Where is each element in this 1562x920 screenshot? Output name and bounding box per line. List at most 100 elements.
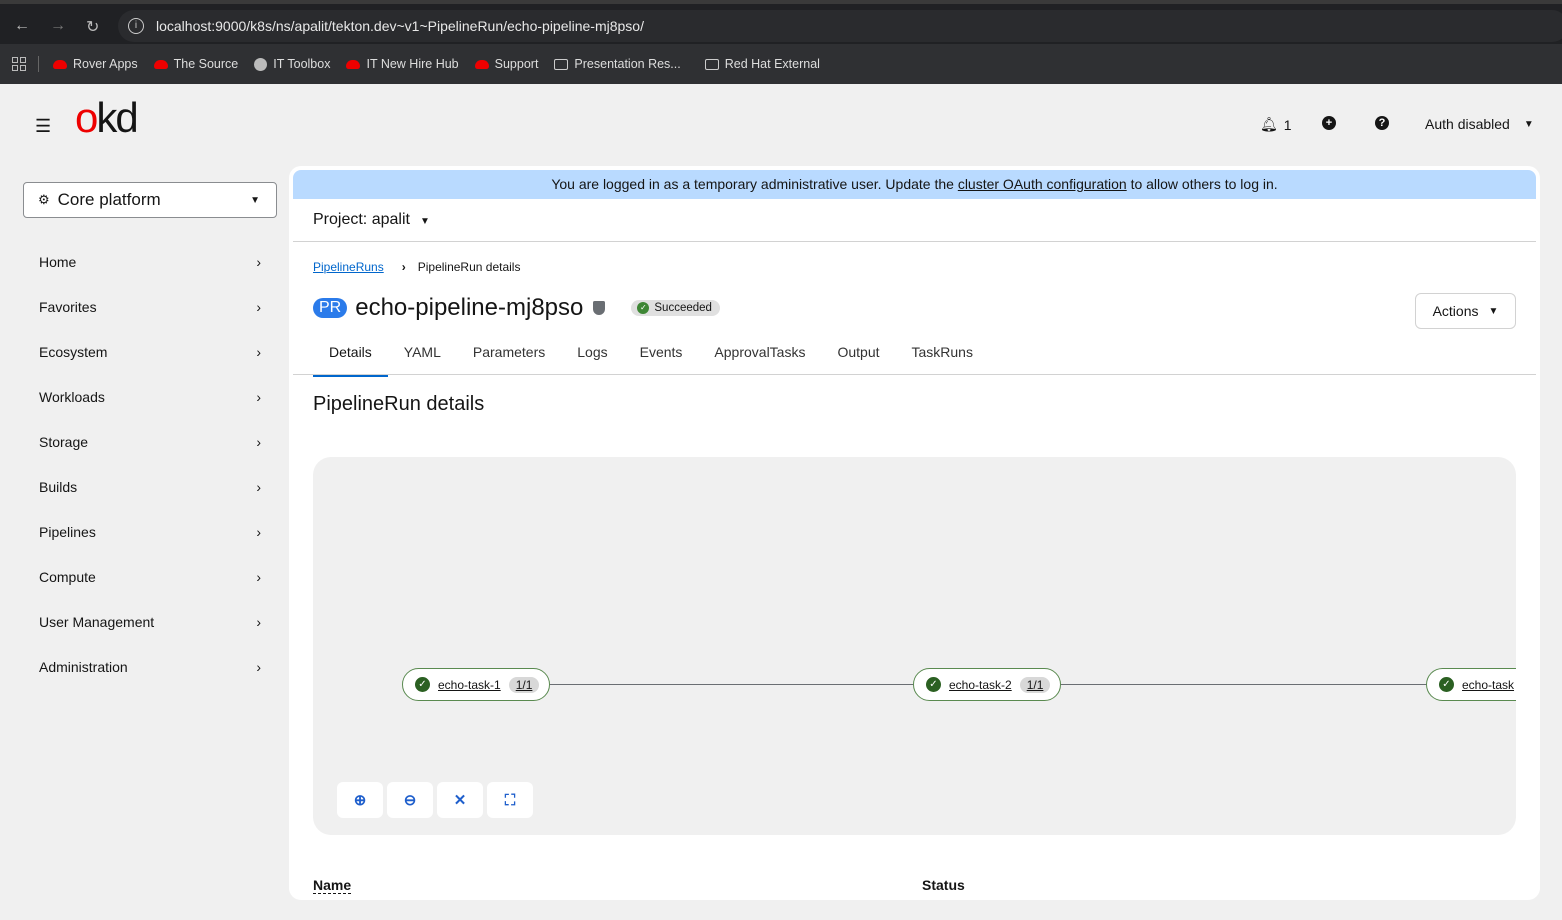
tab-details[interactable]: Details	[313, 340, 388, 377]
gears-icon: ⚙	[38, 192, 50, 207]
oauth-config-link[interactable]: cluster OAuth configuration	[958, 176, 1127, 192]
caret-down-icon: ▼	[419, 216, 430, 227]
bookmark-it-toolbox[interactable]: IT Toolbox	[254, 57, 330, 71]
chevron-right-icon: ›	[256, 569, 261, 585]
perspective-label: Core platform	[57, 190, 161, 209]
bookmark-the-source[interactable]: The Source	[153, 57, 239, 71]
user-label: Auth disabled	[1425, 116, 1510, 132]
actions-dropdown[interactable]: Actions ▼	[1415, 293, 1516, 329]
bookmark-label: Rover Apps	[73, 57, 138, 71]
nav-label: Compute	[39, 569, 96, 585]
shield-icon	[593, 301, 606, 315]
chevron-right-icon: ›	[256, 614, 261, 630]
info-icon[interactable]: i	[128, 18, 144, 34]
notifications-button[interactable]: 🔔︎ 1	[1260, 116, 1292, 133]
nav-user-management[interactable]: User Management ›	[39, 614, 261, 630]
column-header-name: Name	[313, 877, 352, 894]
okd-logo[interactable]: okd	[75, 94, 139, 142]
zoom-out-icon: ⊖	[403, 792, 417, 809]
caret-down-icon: ▼	[250, 194, 260, 206]
project-selector[interactable]: Project: apalit ▼	[313, 211, 430, 229]
bookmark-label: Support	[494, 57, 539, 71]
graph-controls: ⊕ ⊖ ✕ ⛶	[337, 782, 533, 818]
check-circle-icon: ✓	[415, 677, 430, 692]
chevron-right-icon: ›	[256, 659, 261, 675]
nav-builds[interactable]: Builds ›	[39, 479, 261, 495]
zoom-in-button[interactable]: ⊕	[337, 782, 383, 818]
reset-view-button[interactable]: ⛶	[487, 782, 533, 818]
pipeline-graph: ✓ echo-task-1 1/1 ✓ echo-task-2 1/1 ✓ echo-ta…	[313, 457, 1516, 835]
fit-to-screen-button[interactable]: ✕	[437, 782, 483, 818]
bookmark-rover-apps[interactable]: Rover Apps	[53, 57, 138, 71]
tab-yaml[interactable]: YAML	[388, 340, 457, 377]
forward-icon[interactable]: →	[50, 17, 66, 35]
task-name-link[interactable]: echo-task-2	[949, 678, 1012, 692]
column-header-status: Status	[922, 877, 965, 893]
banner-text: You are logged in as a temporary adminis…	[551, 176, 958, 192]
zoom-in-icon: ⊕	[353, 792, 367, 809]
user-menu[interactable]: Auth disabled ▼	[1425, 116, 1534, 132]
bookmark-label: The Source	[173, 57, 239, 71]
nav-label: Storage	[39, 434, 89, 450]
bookmark-presentation-res[interactable]: Presentation Res...	[554, 57, 681, 71]
task-name-link[interactable]: echo-task-1	[438, 678, 501, 692]
bookmark-label: Presentation Res...	[574, 57, 681, 71]
redhat-icon	[53, 59, 67, 69]
task-node-echo-task-3[interactable]: ✓ echo-task	[1426, 668, 1516, 701]
divider	[293, 241, 1536, 242]
bookmark-it-new-hire-hub[interactable]: IT New Hire Hub	[346, 57, 459, 71]
globe-icon	[254, 57, 268, 71]
nav-ecosystem[interactable]: Ecosystem ›	[39, 344, 261, 360]
nav-label: Favorites	[39, 299, 97, 315]
zoom-out-button[interactable]: ⊖	[387, 782, 433, 818]
hamburger-menu-icon[interactable]: ☰	[35, 116, 51, 137]
resource-name: echo-pipeline-mj8pso	[355, 294, 584, 321]
bell-icon: 🔔︎	[1260, 116, 1278, 132]
bookmarks-bar: Rover Apps The Source IT Toolbox IT New …	[0, 44, 1562, 84]
bookmark-label: Red Hat External	[724, 57, 820, 71]
nav-workloads[interactable]: Workloads ›	[39, 389, 261, 405]
bookmark-support[interactable]: Support	[474, 57, 539, 71]
task-node-echo-task-1[interactable]: ✓ echo-task-1 1/1	[402, 668, 551, 701]
admin-banner: You are logged in as a temporary adminis…	[293, 170, 1536, 199]
chevron-right-icon: ›	[401, 260, 406, 274]
caret-down-icon: ▼	[1523, 118, 1534, 130]
tab-output[interactable]: Output	[821, 340, 895, 377]
nav-home[interactable]: Home ›	[39, 254, 261, 270]
check-circle-icon: ✓	[637, 302, 650, 314]
divider	[293, 374, 1536, 375]
nav-pipelines[interactable]: Pipelines ›	[39, 524, 261, 540]
breadcrumb: PipelineRuns › PipelineRun details	[313, 260, 520, 274]
apps-icon[interactable]	[12, 57, 26, 71]
check-circle-icon: ✓	[1439, 677, 1454, 692]
tab-approvaltasks[interactable]: ApprovalTasks	[698, 340, 821, 377]
tab-events[interactable]: Events	[624, 340, 699, 377]
help-button[interactable]: ?	[1375, 116, 1389, 130]
redhat-icon	[153, 59, 168, 69]
nav-compute[interactable]: Compute ›	[39, 569, 261, 585]
task-name-link[interactable]: echo-task	[1462, 678, 1514, 692]
banner-text: to allow others to log in.	[1126, 176, 1278, 192]
perspective-switcher[interactable]: ⚙ Core platform ▼	[23, 182, 277, 218]
tab-taskruns[interactable]: TaskRuns	[896, 340, 989, 377]
nav-label: Administration	[39, 659, 128, 675]
actions-label: Actions	[1432, 303, 1479, 319]
breadcrumb-pipelineruns-link[interactable]: PipelineRuns	[313, 260, 384, 274]
bookmark-red-hat-external[interactable]: Red Hat External	[704, 57, 820, 71]
nav-label: User Management	[39, 614, 155, 630]
back-icon[interactable]: ←	[14, 17, 30, 35]
tab-logs[interactable]: Logs	[561, 340, 623, 377]
resource-kind-badge: PR	[313, 298, 348, 318]
task-node-echo-task-2[interactable]: ✓ echo-task-2 1/1	[913, 668, 1062, 701]
help-icon: ?	[1375, 116, 1389, 130]
project-label: Project: apalit	[313, 211, 410, 228]
reload-icon[interactable]: ↻	[86, 17, 99, 37]
folder-icon	[554, 58, 569, 70]
nav-favorites[interactable]: Favorites ›	[39, 299, 261, 315]
tab-parameters[interactable]: Parameters	[457, 340, 561, 377]
nav-storage[interactable]: Storage ›	[39, 434, 261, 450]
nav-administration[interactable]: Administration ›	[39, 659, 261, 675]
address-bar[interactable]: i localhost:9000/k8s/ns/apalit/tekton.dev…	[118, 10, 1562, 42]
graph-edge	[549, 684, 915, 685]
import-button[interactable]: +	[1322, 116, 1336, 130]
